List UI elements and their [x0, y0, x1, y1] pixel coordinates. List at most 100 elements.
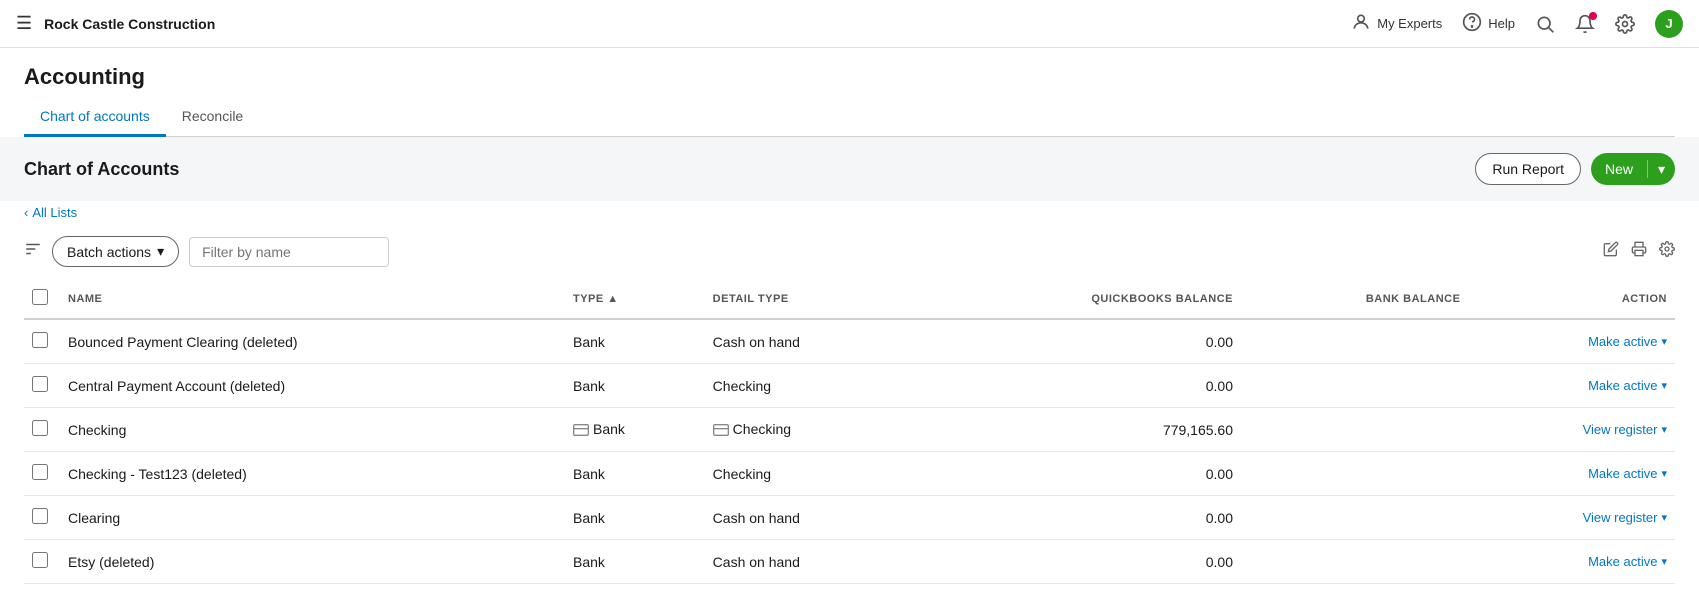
filter-input[interactable] — [189, 237, 389, 267]
cell-detail-type-1: Checking — [705, 364, 917, 408]
batch-actions-button[interactable]: Batch actions ▾ — [52, 236, 179, 267]
type-sort-icon: ▲ — [607, 293, 618, 305]
action-button-1[interactable]: Make active ▾ — [1476, 378, 1667, 393]
tab-chart-of-accounts[interactable]: Chart of accounts — [24, 98, 166, 137]
accounts-table: NAME TYPE ▲ DETAIL TYPE QUICKBOOKS BALAN… — [24, 279, 1675, 584]
all-lists-link[interactable]: ‹ All Lists — [0, 201, 1699, 224]
cell-action-1: Make active ▾ — [1468, 364, 1675, 408]
hamburger-icon[interactable]: ☰ — [16, 13, 32, 34]
experts-icon — [1351, 12, 1371, 35]
col-header-type[interactable]: TYPE ▲ — [565, 279, 705, 319]
print-icon[interactable] — [1631, 241, 1647, 262]
cell-name-2: Checking — [60, 408, 565, 452]
cell-action-5: Make active ▾ — [1468, 540, 1675, 584]
row-checkbox-2[interactable] — [32, 420, 48, 436]
row-checkbox-1[interactable] — [32, 376, 48, 392]
select-all-checkbox[interactable] — [32, 289, 48, 305]
action-button-4[interactable]: View register ▾ — [1476, 510, 1667, 525]
action-arrow-icon-2[interactable]: ▾ — [1661, 423, 1667, 436]
tabs: Chart of accounts Reconcile — [24, 98, 1675, 137]
search-icon — [1535, 14, 1555, 34]
help-label: Help — [1488, 16, 1515, 31]
row-checkbox-4[interactable] — [32, 508, 48, 524]
cell-qb-balance-1: 0.00 — [917, 364, 1241, 408]
toolbar-right — [1603, 241, 1675, 262]
top-nav-left: ☰ Rock Castle Construction — [16, 13, 215, 34]
action-arrow-icon-1[interactable]: ▾ — [1661, 379, 1667, 392]
cell-name-0: Bounced Payment Clearing (deleted) — [60, 319, 565, 364]
batch-actions-label: Batch actions — [67, 244, 151, 260]
cell-type-0: Bank — [565, 319, 705, 364]
cell-qb-balance-0: 0.00 — [917, 319, 1241, 364]
section-header: Chart of Accounts Run Report New ▾ — [0, 137, 1699, 201]
cell-action-4: View register ▾ — [1468, 496, 1675, 540]
cell-type-4: Bank — [565, 496, 705, 540]
search-nav[interactable] — [1535, 14, 1555, 34]
action-button-2[interactable]: View register ▾ — [1476, 422, 1667, 437]
table-row: Bounced Payment Clearing (deleted) Bank … — [24, 319, 1675, 364]
action-button-5[interactable]: Make active ▾ — [1476, 554, 1667, 569]
cell-name-3: Checking - Test123 (deleted) — [60, 452, 565, 496]
cell-action-2: View register ▾ — [1468, 408, 1675, 452]
notification-nav[interactable] — [1575, 14, 1595, 34]
action-arrow-icon-4[interactable]: ▾ — [1661, 511, 1667, 524]
action-button-3[interactable]: Make active ▾ — [1476, 466, 1667, 481]
help-nav[interactable]: Help — [1462, 12, 1515, 35]
my-experts-nav[interactable]: My Experts — [1351, 12, 1442, 35]
accounts-table-container: NAME TYPE ▲ DETAIL TYPE QUICKBOOKS BALAN… — [0, 279, 1699, 584]
cell-type-1: Bank — [565, 364, 705, 408]
cell-detail-type-2: Checking — [705, 408, 917, 452]
row-checkbox-0[interactable] — [32, 332, 48, 348]
edit-icon[interactable] — [1603, 241, 1619, 262]
col-header-qb-balance: QUICKBOOKS BALANCE — [917, 279, 1241, 319]
table-row: Clearing Bank Cash on hand 0.00 View reg… — [24, 496, 1675, 540]
action-button-0[interactable]: Make active ▾ — [1476, 334, 1667, 349]
cell-type-3: Bank — [565, 452, 705, 496]
notification-dot-badge — [1589, 12, 1597, 20]
new-button-label: New — [1591, 161, 1647, 177]
settings-table-icon[interactable] — [1659, 241, 1675, 262]
table-row: Etsy (deleted) Bank Cash on hand 0.00 Ma… — [24, 540, 1675, 584]
app-name: Rock Castle Construction — [44, 16, 215, 32]
cell-name-4: Clearing — [60, 496, 565, 540]
action-arrow-icon-3[interactable]: ▾ — [1661, 467, 1667, 480]
col-header-action: ACTION — [1468, 279, 1675, 319]
settings-icon — [1615, 14, 1635, 34]
row-checkbox-3[interactable] — [32, 464, 48, 480]
avatar[interactable]: J — [1655, 10, 1683, 38]
cell-bank-balance-0 — [1241, 319, 1468, 364]
table-row: Central Payment Account (deleted) Bank C… — [24, 364, 1675, 408]
cell-detail-type-4: Cash on hand — [705, 496, 917, 540]
cell-bank-balance-4 — [1241, 496, 1468, 540]
row-checkbox-5[interactable] — [32, 552, 48, 568]
run-report-button[interactable]: Run Report — [1475, 153, 1581, 185]
section-title: Chart of Accounts — [24, 159, 179, 180]
chevron-left-icon: ‹ — [24, 205, 28, 220]
action-arrow-icon-5[interactable]: ▾ — [1661, 555, 1667, 568]
cell-bank-balance-2 — [1241, 408, 1468, 452]
batch-actions-arrow-icon: ▾ — [157, 243, 164, 260]
tab-reconcile[interactable]: Reconcile — [166, 98, 259, 137]
new-button-arrow-icon[interactable]: ▾ — [1648, 161, 1675, 178]
help-icon — [1462, 12, 1482, 35]
page-header: Accounting Chart of accounts Reconcile — [0, 48, 1699, 137]
cell-detail-type-3: Checking — [705, 452, 917, 496]
cell-detail-type-0: Cash on hand — [705, 319, 917, 364]
cell-name-5: Etsy (deleted) — [60, 540, 565, 584]
cell-qb-balance-3: 0.00 — [917, 452, 1241, 496]
action-arrow-icon-0[interactable]: ▾ — [1661, 335, 1667, 348]
toolbar: Batch actions ▾ — [0, 224, 1699, 279]
new-button[interactable]: New ▾ — [1591, 153, 1675, 185]
cell-type-2: Bank — [565, 408, 705, 452]
section-title-area: Chart of Accounts — [24, 159, 179, 180]
cell-bank-balance-1 — [1241, 364, 1468, 408]
table-row: Checking Bank Checking 779,165.60 View r… — [24, 408, 1675, 452]
cell-detail-type-5: Cash on hand — [705, 540, 917, 584]
cell-qb-balance-5: 0.00 — [917, 540, 1241, 584]
sort-icon[interactable] — [24, 240, 42, 263]
cell-bank-balance-3 — [1241, 452, 1468, 496]
settings-nav[interactable] — [1615, 14, 1635, 34]
section-actions: Run Report New ▾ — [1475, 153, 1675, 185]
col-header-detail-type: DETAIL TYPE — [705, 279, 917, 319]
my-experts-label: My Experts — [1377, 16, 1442, 31]
